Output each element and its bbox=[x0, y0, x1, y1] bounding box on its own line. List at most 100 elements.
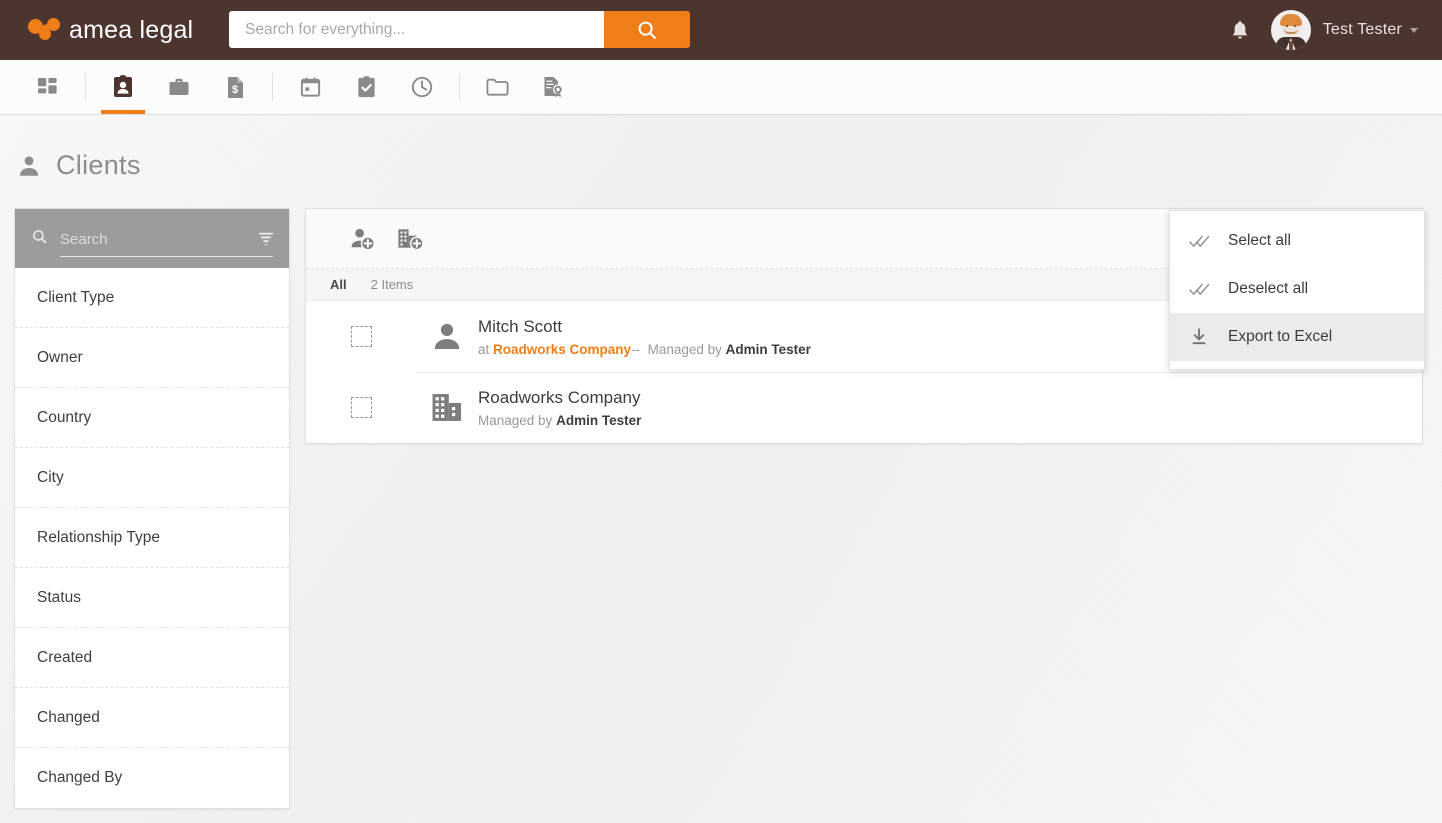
header-right-controls: Test Tester bbox=[1217, 0, 1422, 60]
menu-item-label: Deselect all bbox=[1228, 280, 1309, 297]
row-managed-prefix: Managed by bbox=[647, 341, 722, 357]
svg-text:$: $ bbox=[232, 84, 238, 96]
sidebar-item-relationship-type[interactable]: Relationship Type bbox=[15, 508, 289, 568]
sidebar-item-changed[interactable]: Changed bbox=[15, 688, 289, 748]
filter-sidebar: Client Type Owner Country City Relations… bbox=[14, 208, 290, 809]
sidebar-item-status[interactable]: Status bbox=[15, 568, 289, 628]
user-menu-button[interactable]: Test Tester bbox=[1263, 10, 1422, 50]
molecule-logo-icon bbox=[28, 17, 62, 43]
nav-divider bbox=[272, 73, 273, 101]
sidebar-search-header bbox=[15, 209, 289, 268]
sidebar-item-changed-by[interactable]: Changed By bbox=[15, 748, 289, 808]
add-company-button[interactable] bbox=[386, 209, 434, 269]
user-name: Test Tester bbox=[1322, 21, 1402, 38]
nav-item-documents[interactable] bbox=[469, 60, 525, 114]
brand-logo[interactable]: amea legal bbox=[28, 16, 208, 45]
row-icon-cell bbox=[416, 320, 478, 354]
brand-name: amea legal bbox=[69, 15, 194, 44]
menu-item-deselect-all[interactable]: Deselect all bbox=[1170, 265, 1424, 313]
row-checkbox[interactable] bbox=[350, 326, 372, 347]
sidebar-item-label: Country bbox=[37, 408, 92, 426]
row-subtitle: Managed by Admin Tester bbox=[478, 413, 641, 428]
folder-icon bbox=[485, 78, 509, 96]
nav-item-matters[interactable] bbox=[151, 60, 207, 114]
sidebar-item-created[interactable]: Created bbox=[15, 628, 289, 688]
row-sub-prefix: at bbox=[478, 341, 490, 357]
sidebar-item-country[interactable]: Country bbox=[15, 388, 289, 448]
main-navigation-bar: $ bbox=[0, 60, 1442, 115]
sidebar-item-owner[interactable]: Owner bbox=[15, 328, 289, 388]
sidebar-item-label: Created bbox=[37, 648, 93, 666]
menu-item-select-all[interactable]: Select all bbox=[1170, 217, 1424, 265]
briefcase-icon bbox=[169, 78, 189, 95]
row-manager-name: Admin Tester bbox=[556, 412, 642, 428]
person-icon bbox=[434, 323, 460, 349]
sidebar-item-city[interactable]: City bbox=[15, 448, 289, 508]
clock-icon bbox=[411, 76, 433, 98]
calendar-icon bbox=[300, 77, 320, 97]
person-icon bbox=[19, 155, 39, 176]
nav-item-billing[interactable]: $ bbox=[207, 60, 263, 114]
item-count-label: 2 Items bbox=[370, 277, 414, 292]
table-row[interactable]: Roadworks Company Managed by Admin Teste… bbox=[306, 372, 1422, 443]
add-person-button[interactable] bbox=[338, 209, 386, 269]
double-check-icon bbox=[1170, 282, 1228, 297]
filter-funnel-icon[interactable] bbox=[257, 231, 275, 252]
page-title: Clients bbox=[16, 150, 141, 181]
document-seal-icon bbox=[544, 76, 564, 97]
download-icon bbox=[1170, 328, 1228, 346]
add-person-icon bbox=[351, 228, 375, 251]
double-check-icon bbox=[1170, 234, 1228, 249]
contact-card-icon bbox=[114, 75, 132, 97]
chevron-down-icon bbox=[1410, 27, 1418, 33]
sidebar-search-input[interactable] bbox=[60, 230, 273, 248]
row-title[interactable]: Mitch Scott bbox=[478, 317, 811, 337]
company-building-icon bbox=[432, 394, 462, 421]
menu-item-label: Select all bbox=[1228, 232, 1291, 249]
nav-item-contracts[interactable] bbox=[525, 60, 581, 114]
row-icon-cell bbox=[416, 391, 478, 424]
sidebar-item-label: Owner bbox=[37, 348, 83, 366]
tab-all[interactable]: All bbox=[330, 277, 347, 292]
row-title[interactable]: Roadworks Company bbox=[478, 388, 641, 408]
bulk-actions-menu: Select all Deselect all Export to Excel bbox=[1169, 210, 1425, 370]
global-search[interactable] bbox=[229, 11, 690, 48]
clipboard-check-icon bbox=[357, 75, 375, 97]
nav-item-contacts[interactable] bbox=[95, 60, 151, 114]
sidebar-item-label: Relationship Type bbox=[37, 528, 160, 546]
top-header-bar: amea legal Search for everything... Test… bbox=[0, 0, 1442, 60]
nav-item-time[interactable] bbox=[394, 60, 450, 114]
search-input[interactable] bbox=[229, 11, 604, 48]
row-text-cell: Mitch Scott at Roadworks Company-- Manag… bbox=[478, 317, 811, 357]
nav-divider bbox=[459, 73, 460, 101]
row-text-cell: Roadworks Company Managed by Admin Teste… bbox=[478, 388, 641, 428]
nav-item-dashboard[interactable] bbox=[20, 60, 76, 114]
row-checkbox-cell bbox=[306, 326, 416, 347]
row-organization-link[interactable]: Roadworks Company bbox=[493, 342, 631, 357]
avatar bbox=[1270, 10, 1311, 50]
search-icon bbox=[31, 228, 48, 250]
page-title-text: Clients bbox=[56, 150, 141, 180]
row-manager-name: Admin Tester bbox=[725, 341, 811, 357]
sidebar-item-label: Status bbox=[37, 588, 81, 606]
row-checkbox-cell bbox=[306, 397, 416, 418]
menu-item-export-to-excel[interactable]: Export to Excel bbox=[1170, 313, 1424, 361]
row-managed-prefix: Managed by bbox=[478, 412, 553, 428]
bell-icon bbox=[1232, 21, 1247, 39]
sidebar-item-label: Client Type bbox=[37, 288, 115, 306]
row-checkbox[interactable] bbox=[350, 397, 372, 418]
sidebar-item-client-type[interactable]: Client Type bbox=[15, 268, 289, 328]
notifications-button[interactable] bbox=[1217, 19, 1263, 41]
sidebar-item-label: Changed bbox=[37, 708, 100, 726]
search-icon bbox=[638, 21, 656, 39]
nav-item-calendar[interactable] bbox=[282, 60, 338, 114]
grid-dashboard-icon bbox=[38, 78, 57, 94]
search-button[interactable] bbox=[604, 11, 690, 48]
invoice-dollar-icon: $ bbox=[228, 76, 243, 98]
nav-item-tasks[interactable] bbox=[338, 60, 394, 114]
add-company-icon bbox=[397, 228, 424, 250]
row-subtitle: at Roadworks Company-- Managed by Admin … bbox=[478, 342, 811, 357]
nav-divider bbox=[85, 73, 86, 101]
menu-item-label: Export to Excel bbox=[1228, 328, 1333, 345]
sidebar-item-label: Changed By bbox=[37, 769, 123, 786]
